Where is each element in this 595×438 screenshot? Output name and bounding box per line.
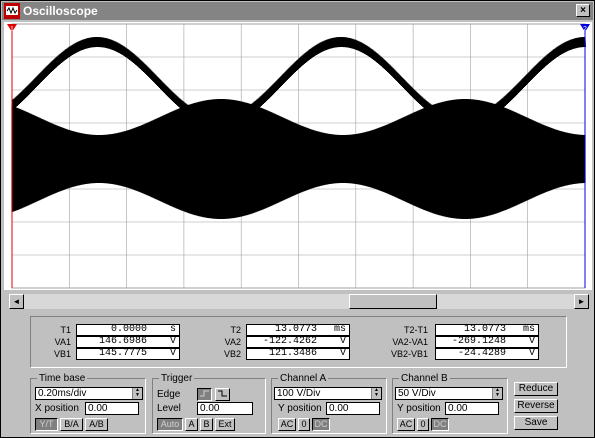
channel-a-scale-select[interactable]: 100 V/Div ▲ ▼ xyxy=(274,387,382,400)
time-scrollbar[interactable]: ◄ ► xyxy=(9,294,589,309)
title-bar[interactable]: Oscilloscope × xyxy=(2,2,593,20)
save-button[interactable]: Save xyxy=(514,416,558,430)
edge-rising-button[interactable] xyxy=(197,388,212,401)
reverse-button[interactable]: Reverse xyxy=(514,399,558,413)
readout-value-box: 146.6986 V xyxy=(76,336,180,348)
readout-label: VB2 xyxy=(223,349,241,359)
trigger-a-button[interactable]: A xyxy=(185,418,198,431)
mode-yt-button[interactable]: Y/T xyxy=(35,418,58,431)
oscilloscope-screen[interactable]: 1 2 xyxy=(4,22,592,290)
timebase-title: Time base xyxy=(37,373,88,384)
readout-value-box: -122.4262 V xyxy=(246,336,350,348)
mode-ba-button[interactable]: B/A xyxy=(60,418,83,431)
channel-a-dc-button[interactable]: DC xyxy=(312,418,330,431)
readout-unit: ms xyxy=(522,324,535,335)
readout-value-box: 13.0773 ms xyxy=(435,324,539,336)
trigger-ext-button[interactable]: Ext xyxy=(215,418,235,431)
readout-value: 121.3486 xyxy=(268,348,317,359)
channel-a-group: Channel A 100 V/Div ▲ ▼ Y position 0.00 A… xyxy=(271,373,387,434)
oscilloscope-window: Oscilloscope × 1 2 ◄ ► T1 0.0000 s VA1 1… xyxy=(0,0,595,438)
trigger-level-label: Level xyxy=(157,403,181,414)
spin-down-icon[interactable]: ▼ xyxy=(372,393,381,398)
falling-edge-icon xyxy=(218,390,227,397)
readout-value: 13.0773 xyxy=(463,324,506,335)
readout-unit: V xyxy=(339,348,346,359)
readout-unit: s xyxy=(169,324,176,335)
readout-label: VA2-VA1 xyxy=(392,337,428,347)
rising-edge-icon xyxy=(200,390,209,397)
readout-unit: V xyxy=(528,348,535,359)
channel-b-ac-button[interactable]: AC xyxy=(397,418,415,431)
channel-a-scale-value: 100 V/Div xyxy=(277,388,321,399)
readout-value-box: 121.3486 V xyxy=(246,348,350,360)
timebase-xpos-label: X position xyxy=(35,403,79,414)
readout-unit: V xyxy=(339,336,346,347)
timebase-xpos-input[interactable]: 0.00 xyxy=(85,402,139,415)
trigger-edge-label: Edge xyxy=(157,389,181,400)
channel-b-scale-value: 50 V/Div xyxy=(398,388,436,399)
cursor-t2-marker: 2 xyxy=(583,26,587,33)
readout-label: VB2-VB1 xyxy=(390,349,428,359)
readout-label: T2-T1 xyxy=(403,325,428,335)
oscilloscope-app-icon xyxy=(4,3,20,19)
readout-value: -269.1248 xyxy=(451,336,506,347)
channel-b-ypos-label: Y position xyxy=(397,403,441,414)
readout-label: T2 xyxy=(230,325,241,335)
timebase-group: Time base 0.20ms/div ▲ ▼ X position 0.00 … xyxy=(30,373,146,434)
readout-value-box: -24.4289 V xyxy=(435,348,539,360)
spin-down-icon[interactable]: ▼ xyxy=(133,393,142,398)
window-title: Oscilloscope xyxy=(23,4,98,18)
channel-a-spinner[interactable]: ▲ ▼ xyxy=(371,388,381,399)
readout-value: 0.0000 xyxy=(110,324,147,335)
mode-ab-button[interactable]: A/B xyxy=(85,418,108,431)
trigger-auto-button[interactable]: Auto xyxy=(157,418,183,431)
waveform-display: 1 2 xyxy=(7,23,590,289)
readout-unit: ms xyxy=(333,324,346,335)
trigger-level-input[interactable]: 0.00 xyxy=(197,402,253,415)
readout-label: VA1 xyxy=(54,337,71,347)
readout-label: VB1 xyxy=(53,349,71,359)
channel-a-ac-button[interactable]: AC xyxy=(278,418,296,431)
readout-label: VA2 xyxy=(224,337,241,347)
cursor-t1-marker: 1 xyxy=(10,26,14,33)
channel-b-dc-button[interactable]: DC xyxy=(431,418,449,431)
channel-a-zero-button[interactable]: 0 xyxy=(298,418,310,431)
readout-value: 13.0773 xyxy=(274,324,317,335)
readout-unit: V xyxy=(169,348,176,359)
readout-value: -24.4289 xyxy=(457,348,506,359)
channel-b-title: Channel B xyxy=(399,373,450,384)
close-button[interactable]: × xyxy=(576,4,590,17)
channel-b-spinner[interactable]: ▲ ▼ xyxy=(492,388,502,399)
channel-b-group: Channel B 50 V/Div ▲ ▼ Y position 0.00 AC… xyxy=(392,373,508,434)
cursor-readout-panel: T1 0.0000 s VA1 146.6986 V VB1 145.7775 … xyxy=(30,316,567,368)
trigger-b-button[interactable]: B xyxy=(200,418,213,431)
readout-value-box: -269.1248 V xyxy=(435,336,539,348)
channel-a-ypos-label: Y position xyxy=(278,403,322,414)
trigger-title: Trigger xyxy=(159,373,195,384)
readout-value-box: 145.7775 V xyxy=(76,348,180,360)
readout-value: 146.6986 xyxy=(98,336,147,347)
timebase-value: 0.20ms/div xyxy=(38,388,87,399)
scroll-right-button[interactable]: ► xyxy=(574,294,589,309)
readout-value-box: 13.0773 ms xyxy=(246,324,350,336)
channel-a-title: Channel A xyxy=(278,373,329,384)
readout-unit: V xyxy=(169,336,176,347)
readout-label: T1 xyxy=(60,325,71,335)
readout-value: -122.4262 xyxy=(262,336,317,347)
channel-a-ypos-input[interactable]: 0.00 xyxy=(326,402,380,415)
readout-value-box: 0.0000 s xyxy=(76,324,180,336)
readout-unit: V xyxy=(528,336,535,347)
timebase-spinner[interactable]: ▲ ▼ xyxy=(132,388,142,399)
channel-b-ypos-input[interactable]: 0.00 xyxy=(445,402,499,415)
edge-falling-button[interactable] xyxy=(215,388,230,401)
scroll-left-button[interactable]: ◄ xyxy=(9,294,24,309)
reduce-button[interactable]: Reduce xyxy=(514,382,558,396)
scroll-thumb[interactable] xyxy=(349,294,437,309)
readout-value: 145.7775 xyxy=(98,348,147,359)
channel-b-zero-button[interactable]: 0 xyxy=(417,418,429,431)
channel-b-scale-select[interactable]: 50 V/Div ▲ ▼ xyxy=(395,387,503,400)
spin-down-icon[interactable]: ▼ xyxy=(493,393,502,398)
trigger-group: Trigger Edge Level 0.00 Auto A B Ext xyxy=(152,373,266,434)
timebase-select[interactable]: 0.20ms/div ▲ ▼ xyxy=(35,387,143,400)
